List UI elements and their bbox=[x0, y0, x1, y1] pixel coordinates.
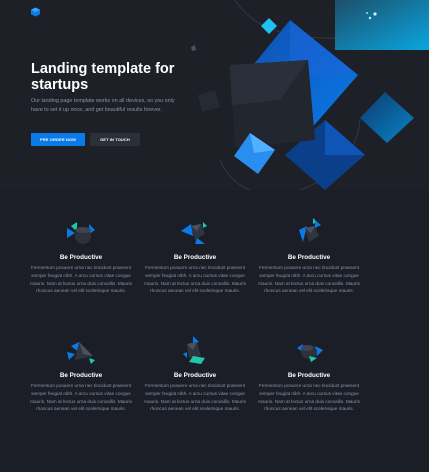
cylinder-icon bbox=[297, 344, 323, 362]
feature-title: Be Productive bbox=[173, 254, 217, 261]
cube-icon bbox=[181, 222, 207, 244]
pre-order-button[interactable]: PRE ORDER NOW bbox=[31, 133, 85, 146]
feature-card-1: Be Productive Fermentum posuere urna nec… bbox=[26, 216, 136, 295]
feature-title: Be Productive bbox=[287, 372, 331, 379]
hero-description: Our landing page template works on all d… bbox=[31, 98, 175, 113]
feature-description: Fermentum posuere urna nec tincidunt pra… bbox=[30, 265, 132, 294]
hero-section: Landing template for startups Our landin… bbox=[0, 0, 429, 190]
feature-card-5: Be Productive Fermentum posuere urna nec… bbox=[140, 334, 250, 413]
feature-card-6: Be Productive Fermentum posuere urna nec… bbox=[254, 334, 364, 413]
feature-description: Fermentum posuere urna nec tincidunt pra… bbox=[144, 383, 246, 412]
feature-description: Fermentum posuere urna nec tincidunt pra… bbox=[258, 383, 360, 412]
feature-title: Be Productive bbox=[173, 372, 217, 379]
feature-description: Fermentum posuere urna nec tincidunt pra… bbox=[30, 383, 132, 412]
feature-card-3: Be Productive Fermentum posuere urna nec… bbox=[254, 216, 364, 295]
feature-title: Be Productive bbox=[59, 372, 103, 379]
feature-description: Fermentum posuere urna nec tincidunt pra… bbox=[144, 265, 246, 294]
logo-icon[interactable] bbox=[31, 7, 40, 17]
feature-card-2: Be Productive Fermentum posuere urna nec… bbox=[140, 216, 250, 295]
feature-title: Be Productive bbox=[59, 254, 103, 261]
cube-icon bbox=[299, 218, 321, 242]
feature-title: Be Productive bbox=[287, 254, 331, 261]
pyramid-icon bbox=[67, 342, 95, 364]
cube-icon bbox=[67, 222, 95, 244]
feature-description: Fermentum posuere urna nec tincidunt pra… bbox=[258, 265, 360, 294]
get-in-touch-button[interactable]: GET IN TOUCH bbox=[90, 133, 140, 146]
feature-card-4: Be Productive Fermentum posuere urna nec… bbox=[26, 334, 136, 413]
hero-illustration bbox=[191, 0, 429, 190]
pyramid-icon bbox=[183, 336, 205, 364]
